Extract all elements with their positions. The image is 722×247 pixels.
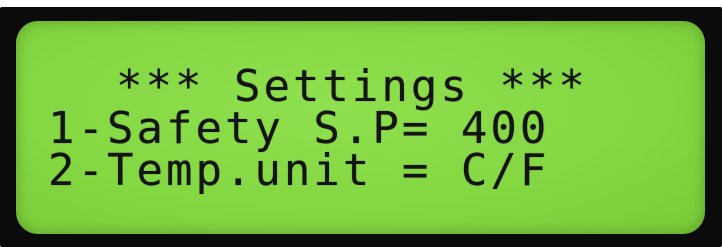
lcd-line-temp-unit: 2-Temp.unit = C/F [48, 145, 550, 196]
lcd-bezel: *** Settings *** 1-Safety S.P= 400 2-Tem… [0, 7, 722, 247]
lcd-screen: *** Settings *** 1-Safety S.P= 400 2-Tem… [16, 21, 705, 234]
